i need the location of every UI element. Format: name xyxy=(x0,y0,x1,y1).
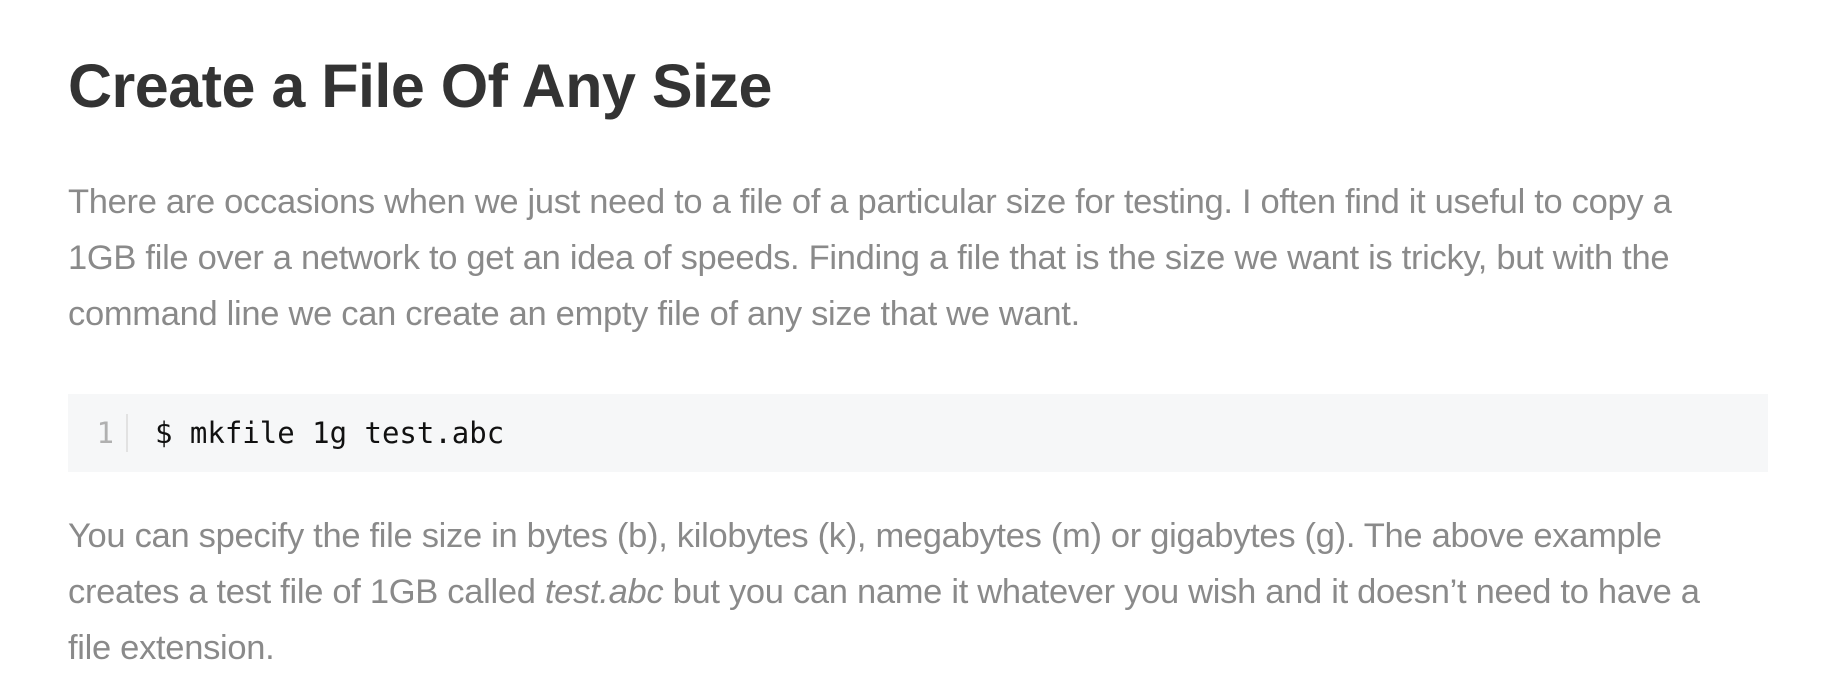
page-title: Create a File Of Any Size xyxy=(68,52,772,120)
paragraph-line: file extension. xyxy=(68,629,275,667)
code-command[interactable]: $ mkfile 1g test.abc xyxy=(128,414,504,452)
filename-emphasis: test.abc xyxy=(544,573,664,611)
paragraph-line: There are occasions when we just need to… xyxy=(68,183,1672,221)
code-block[interactable]: 1 $ mkfile 1g test.abc xyxy=(68,394,1768,472)
explanation-paragraph: You can specify the file size in bytes (… xyxy=(68,508,1700,676)
paragraph-line: You can specify the file size in bytes (… xyxy=(68,517,1662,555)
paragraph-line: 1GB file over a network to get an idea o… xyxy=(68,239,1670,277)
paragraph-line: creates a test file of 1GB called test.a… xyxy=(68,564,1700,620)
text-segment: but you can name it whatever you wish an… xyxy=(663,573,1700,611)
paragraph-line: command line we can create an empty file… xyxy=(68,295,1080,333)
code-line-number: 1 xyxy=(68,414,128,452)
intro-paragraph: There are occasions when we just need to… xyxy=(68,174,1672,342)
text-segment: creates a test file of 1GB called xyxy=(68,573,545,611)
